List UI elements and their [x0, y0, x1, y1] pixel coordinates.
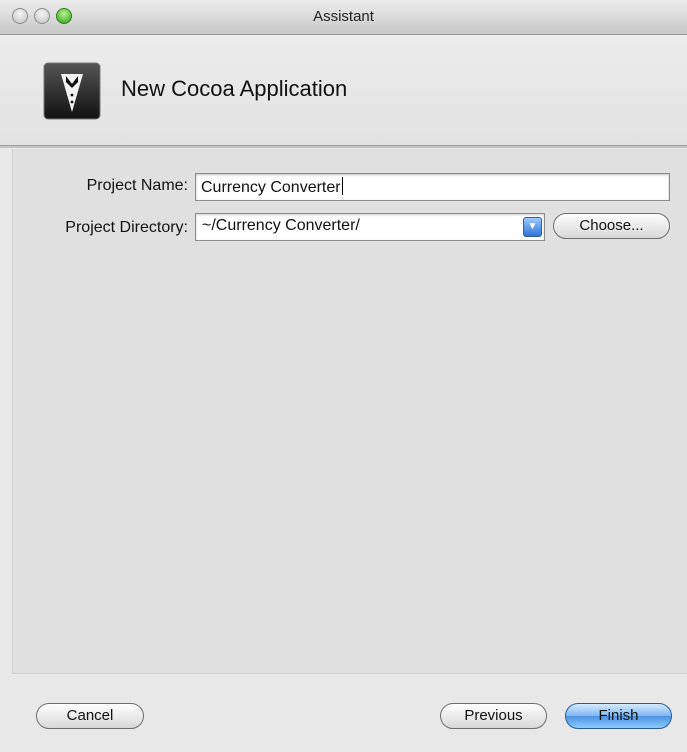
window-title: Assistant — [313, 8, 374, 25]
title-bar[interactable]: Assistant — [0, 0, 687, 35]
project-directory-value: ~/Currency Converter/ — [202, 217, 360, 234]
tuxedo-icon — [43, 62, 101, 120]
project-name-label: Project Name: — [86, 177, 188, 194]
page-title: New Cocoa Application — [121, 76, 348, 101]
project-name-value: Currency Converter — [201, 179, 341, 196]
cancel-button[interactable]: Cancel — [36, 703, 144, 729]
project-name-input[interactable]: Currency Converter — [195, 173, 670, 201]
finish-button[interactable]: Finish — [565, 703, 672, 729]
previous-button[interactable]: Previous — [440, 703, 547, 729]
directory-dropdown-button[interactable]: ▼ — [523, 217, 542, 237]
chevron-down-icon: ▼ — [527, 221, 538, 232]
header-divider — [0, 145, 687, 148]
assistant-header: New Cocoa Application — [0, 35, 687, 145]
text-caret — [341, 177, 343, 195]
project-directory-label: Project Directory: — [65, 219, 188, 236]
project-directory-combobox[interactable]: ~/Currency Converter/ — [195, 213, 545, 241]
assistant-window: Assistant New Cocoa Application Project … — [0, 0, 687, 752]
choose-button[interactable]: Choose... — [553, 213, 670, 239]
